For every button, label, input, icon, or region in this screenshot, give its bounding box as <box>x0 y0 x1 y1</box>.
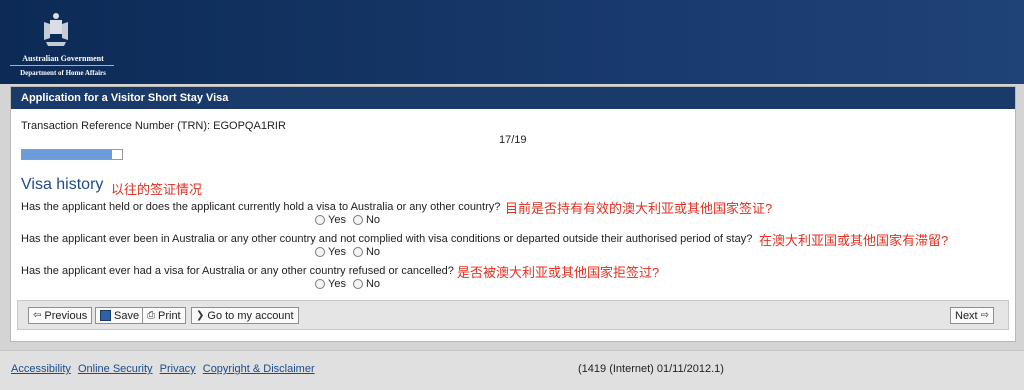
arrow-right-icon: ⇨ <box>980 309 990 321</box>
privacy-link[interactable]: Privacy <box>160 363 196 375</box>
print-button[interactable]: ⎙ Print <box>142 307 186 324</box>
save-button[interactable]: Save <box>95 307 145 324</box>
question-3-options: Yes No <box>315 278 385 290</box>
question-1-text: Has the applicant held or does the appli… <box>21 201 501 213</box>
question-3-no-radio[interactable] <box>352 279 363 289</box>
section-annotation: 以往的签证情况 <box>111 182 203 197</box>
site-footer: Accessibility Online Security Privacy Co… <box>0 350 1024 390</box>
progress-bar <box>21 149 123 160</box>
logo-text-department: Department of Home Affairs <box>20 69 106 77</box>
application-panel: Application for a Visitor Short Stay Vis… <box>10 86 1016 342</box>
question-3-text: Has the applicant ever had a visa for Au… <box>21 265 454 277</box>
next-label: Next <box>955 309 978 322</box>
question-2-annotation: 在澳大利亚国或其他国家有滞留? <box>759 233 949 248</box>
progress-count: 17/19 <box>499 134 527 146</box>
question-3-no-label: No <box>365 278 381 290</box>
question-2-options: Yes No <box>315 246 385 258</box>
question-1-yes-radio[interactable] <box>315 215 325 225</box>
logo-text-government: Australian Government <box>22 54 104 63</box>
printer-icon: ⎙ <box>147 309 155 321</box>
version-text: (1419 (Internet) 01/11/2012.1) <box>578 363 724 375</box>
navigation-bar: ⇦ Previous Save ⎙ Print ❯ Go to my accou… <box>17 300 1009 330</box>
previous-label: Previous <box>44 309 88 322</box>
question-3-annotation: 是否被澳大利亚或其他国家拒签过? <box>457 265 660 280</box>
question-1-no-radio[interactable] <box>352 215 363 225</box>
site-header: Australian Government Department of Home… <box>0 0 1024 84</box>
arrow-left-icon: ⇦ <box>33 309 42 321</box>
question-2-no-label: No <box>365 246 381 258</box>
page-title: Application for a Visitor Short Stay Vis… <box>11 87 1015 109</box>
account-label: Go to my account <box>207 309 294 322</box>
question-3-yes-label: Yes <box>328 278 346 290</box>
section-title: Visa history <box>21 176 104 193</box>
question-2-no-radio[interactable] <box>352 247 363 257</box>
question-1-annotation: 目前是否持有有效的澳大利亚或其他国家签证? <box>505 201 773 216</box>
floppy-disk-icon <box>100 310 111 321</box>
save-label: Save <box>114 309 140 322</box>
question-2-yes-label: Yes <box>328 246 346 258</box>
previous-button[interactable]: ⇦ Previous <box>28 307 93 324</box>
trn-label: Transaction Reference Number (TRN): EGOP… <box>21 120 286 132</box>
question-2-text: Has the applicant ever been in Australia… <box>21 233 753 245</box>
question-2-yes-radio[interactable] <box>315 247 325 257</box>
coat-of-arms-icon <box>44 13 68 46</box>
next-button[interactable]: Next ⇨ <box>950 307 995 324</box>
question-1-options: Yes No <box>315 214 385 226</box>
accessibility-link[interactable]: Accessibility <box>11 363 71 375</box>
go-to-account-button[interactable]: ❯ Go to my account <box>191 307 299 324</box>
question-1-yes-label: Yes <box>328 214 346 226</box>
chevron-right-icon: ❯ <box>196 309 205 321</box>
print-label: Print <box>158 309 181 322</box>
question-1-no-label: No <box>365 214 381 226</box>
copyright-disclaimer-link[interactable]: Copyright & Disclaimer <box>203 363 315 375</box>
question-3-yes-radio[interactable] <box>315 279 325 289</box>
online-security-link[interactable]: Online Security <box>78 363 153 375</box>
progress-fill <box>22 150 112 159</box>
footer-links: Accessibility Online Security Privacy Co… <box>11 363 319 375</box>
logo-divider <box>10 65 114 66</box>
government-logo[interactable]: Australian Government Department of Home… <box>8 8 118 80</box>
